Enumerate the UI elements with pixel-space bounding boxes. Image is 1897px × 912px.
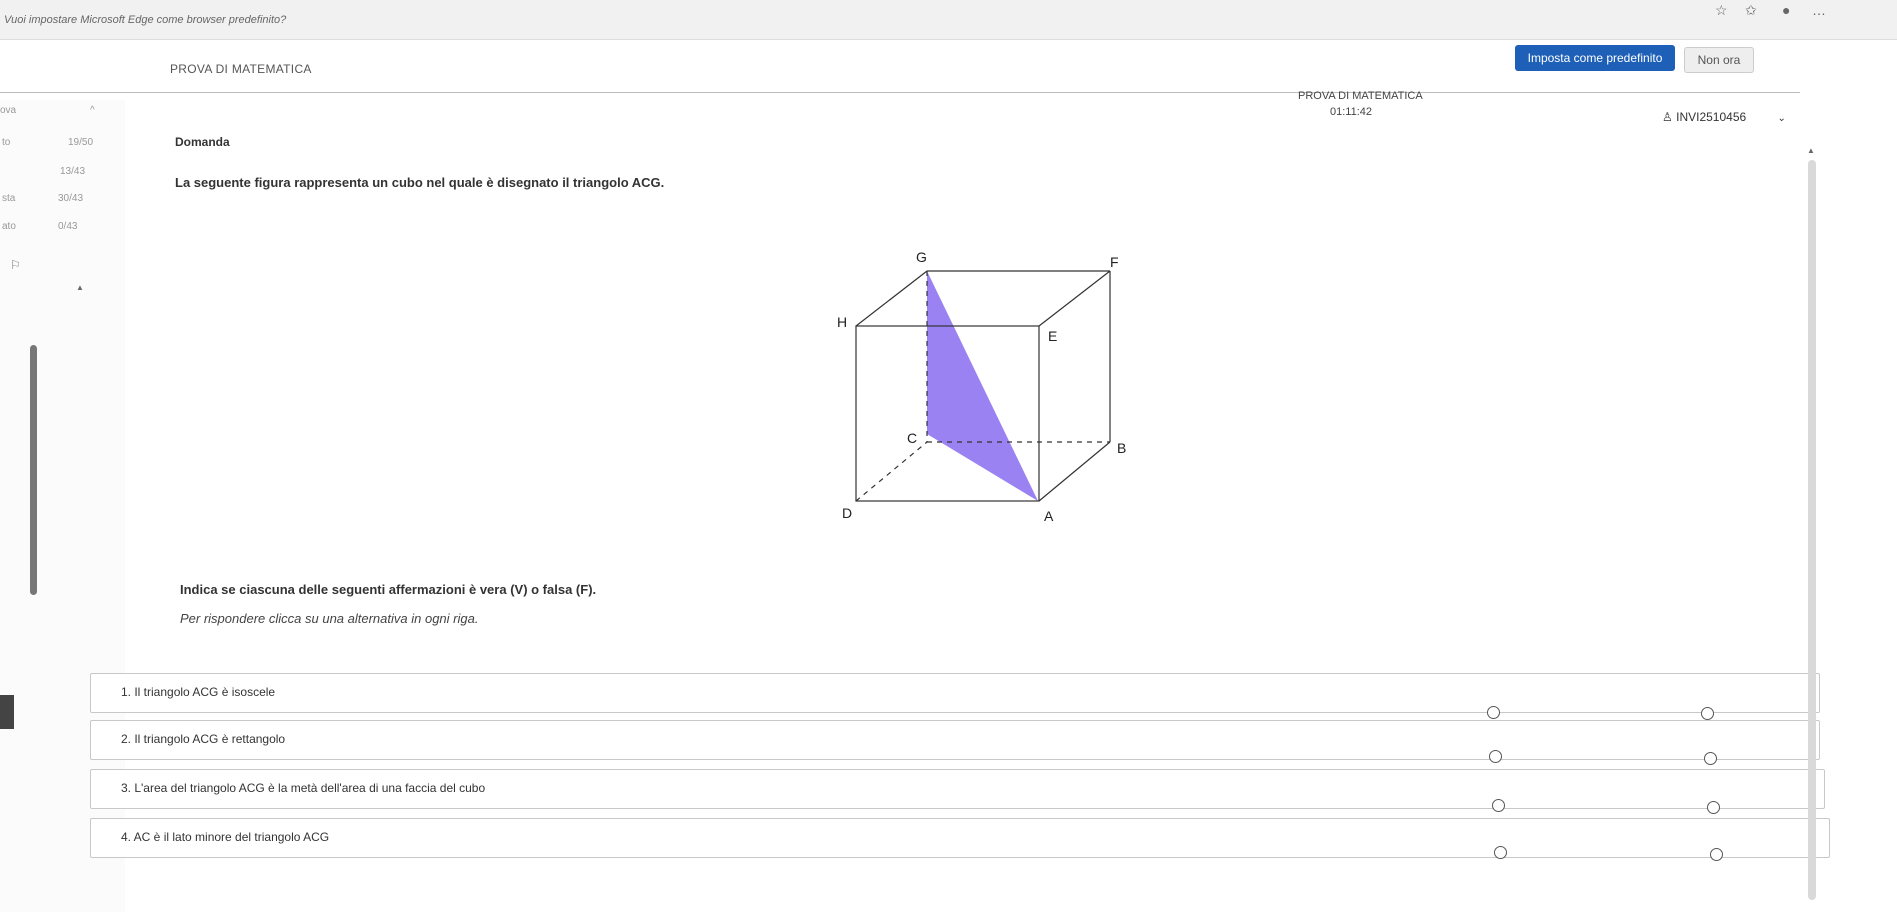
radio-true-4[interactable] bbox=[1494, 846, 1507, 859]
sidebar-stat-value: 30/43 bbox=[58, 193, 84, 204]
vertex-label-g: G bbox=[916, 249, 927, 265]
sidebar-title[interactable]: ova ^ bbox=[0, 105, 95, 116]
cube-figure: G F H E C B D A bbox=[837, 249, 1126, 524]
radio-false-2[interactable] bbox=[1704, 752, 1717, 765]
user-menu[interactable]: ♙ INVI2510456 ⌄ bbox=[1662, 110, 1786, 124]
sidebar-scrollbar[interactable] bbox=[30, 345, 37, 595]
statement-row: 2. Il triangolo ACG è rettangolo bbox=[90, 720, 1820, 760]
hint-text: Per rispondere clicca su una alternativa… bbox=[180, 611, 479, 626]
sidebar-stat-label: to bbox=[2, 137, 11, 148]
not-now-button[interactable]: Non ora bbox=[1684, 47, 1754, 73]
instruction-text: Indica se ciascuna delle seguenti afferm… bbox=[180, 582, 597, 597]
chevron-down-icon: ⌄ bbox=[1777, 113, 1786, 124]
browser-infobar: Vuoi impostare Microsoft Edge come brows… bbox=[0, 0, 1897, 40]
sidebar-stat-value: 19/50 bbox=[68, 137, 94, 148]
side-tab[interactable] bbox=[0, 695, 14, 729]
sidebar-stat-label: ato bbox=[2, 221, 16, 232]
statement-text: 3. L'area del triangolo ACG è la metà de… bbox=[121, 781, 486, 795]
sidebar-stat-value: 13/43 bbox=[60, 166, 86, 177]
statement-row: 3. L'area del triangolo ACG è la metà de… bbox=[90, 769, 1825, 809]
vertex-label-b: B bbox=[1117, 440, 1126, 456]
radio-true-1[interactable] bbox=[1487, 706, 1500, 719]
statement-row: 1. Il triangolo ACG è isoscele bbox=[90, 673, 1820, 713]
sidebar-stat-value: 0/43 bbox=[58, 221, 78, 232]
sidebar-stat-label: sta bbox=[2, 193, 16, 204]
question-label: Domanda bbox=[175, 135, 230, 149]
radio-false-4[interactable] bbox=[1710, 848, 1723, 861]
scroll-up-icon[interactable]: ▲ bbox=[1807, 146, 1815, 155]
vertex-label-c: C bbox=[907, 430, 917, 446]
sidebar-title-label: ova bbox=[0, 105, 17, 116]
user-icon: ♙ bbox=[1662, 110, 1673, 124]
scroll-up-icon[interactable]: ▲ bbox=[76, 283, 84, 292]
profile-icon[interactable]: ● bbox=[1782, 2, 1790, 18]
user-id: INVI2510456 bbox=[1676, 110, 1747, 124]
caret-up-icon: ^ bbox=[90, 105, 95, 116]
exam-top-title: PROVA DI MATEMATICA bbox=[170, 62, 312, 76]
radio-false-3[interactable] bbox=[1707, 801, 1720, 814]
vertex-label-f: F bbox=[1110, 254, 1119, 270]
radio-true-2[interactable] bbox=[1489, 750, 1502, 763]
triangle-acg bbox=[927, 271, 1038, 501]
vertex-label-e: E bbox=[1048, 328, 1057, 344]
header-divider bbox=[0, 92, 1800, 93]
vertex-label-h: H bbox=[837, 314, 847, 330]
statement-text: 4. AC è il lato minore del triangolo ACG bbox=[121, 830, 330, 844]
flag-icon[interactable]: ⚐ bbox=[10, 258, 21, 272]
question-text: La seguente figura rappresenta un cubo n… bbox=[175, 175, 665, 190]
star-icon[interactable]: ☆ bbox=[1715, 2, 1728, 19]
exam-title: PROVA DI MATEMATICA bbox=[1298, 90, 1423, 102]
favorites-icon[interactable]: ✩ bbox=[1745, 2, 1757, 19]
more-icon[interactable]: … bbox=[1812, 2, 1826, 18]
infobar-message: Vuoi impostare Microsoft Edge come brows… bbox=[4, 14, 287, 26]
vertex-label-d: D bbox=[842, 505, 852, 521]
exam-timer: 01:11:42 bbox=[1330, 106, 1373, 118]
statement-row: 4. AC è il lato minore del triangolo ACG bbox=[90, 818, 1830, 858]
set-default-button[interactable]: Imposta come predefinito bbox=[1515, 45, 1675, 71]
main-scrollbar[interactable] bbox=[1808, 160, 1816, 900]
statement-text: 2. Il triangolo ACG è rettangolo bbox=[121, 732, 286, 746]
vertex-label-a: A bbox=[1044, 508, 1054, 524]
radio-false-1[interactable] bbox=[1701, 707, 1714, 720]
radio-true-3[interactable] bbox=[1492, 799, 1505, 812]
statement-text: 1. Il triangolo ACG è isoscele bbox=[121, 685, 276, 699]
